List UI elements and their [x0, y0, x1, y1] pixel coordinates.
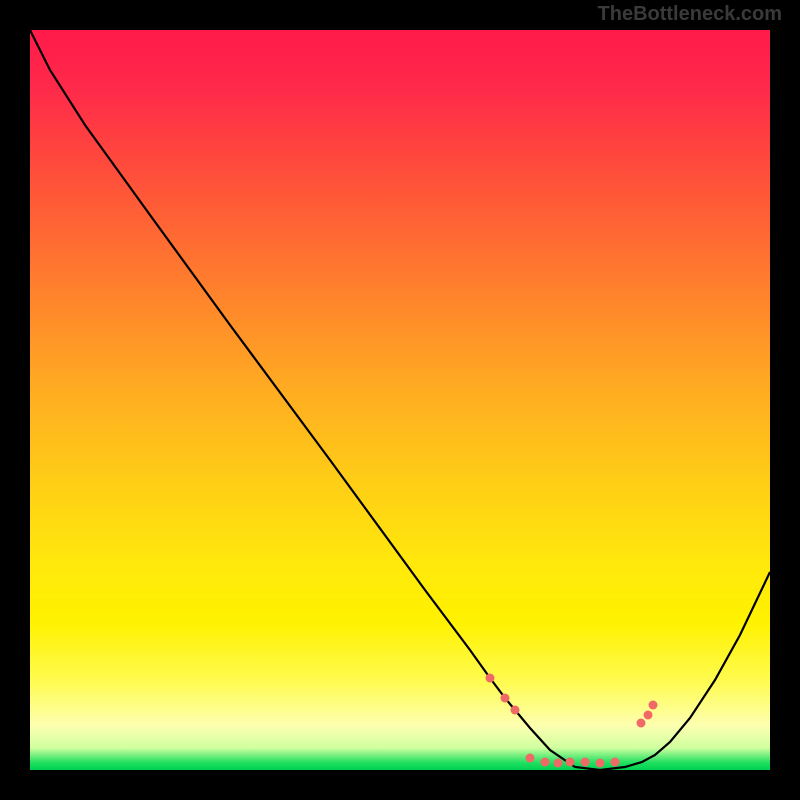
curve-marker — [611, 758, 620, 767]
curve-marker — [501, 694, 510, 703]
curve-marker — [554, 759, 563, 768]
plot-area — [30, 30, 770, 770]
chart-svg — [30, 30, 770, 770]
curve-marker — [637, 719, 646, 728]
curve-marker — [596, 759, 605, 768]
curve-marker — [581, 758, 590, 767]
curve-marker — [649, 701, 658, 710]
curve-markers — [486, 674, 658, 768]
curve-marker — [644, 711, 653, 720]
watermark-text: TheBottleneck.com — [598, 3, 782, 26]
curve-marker — [486, 674, 495, 683]
curve-marker — [526, 754, 535, 763]
bottleneck-curve — [30, 30, 770, 770]
curve-marker — [511, 706, 520, 715]
curve-marker — [566, 758, 575, 767]
curve-marker — [541, 758, 550, 767]
